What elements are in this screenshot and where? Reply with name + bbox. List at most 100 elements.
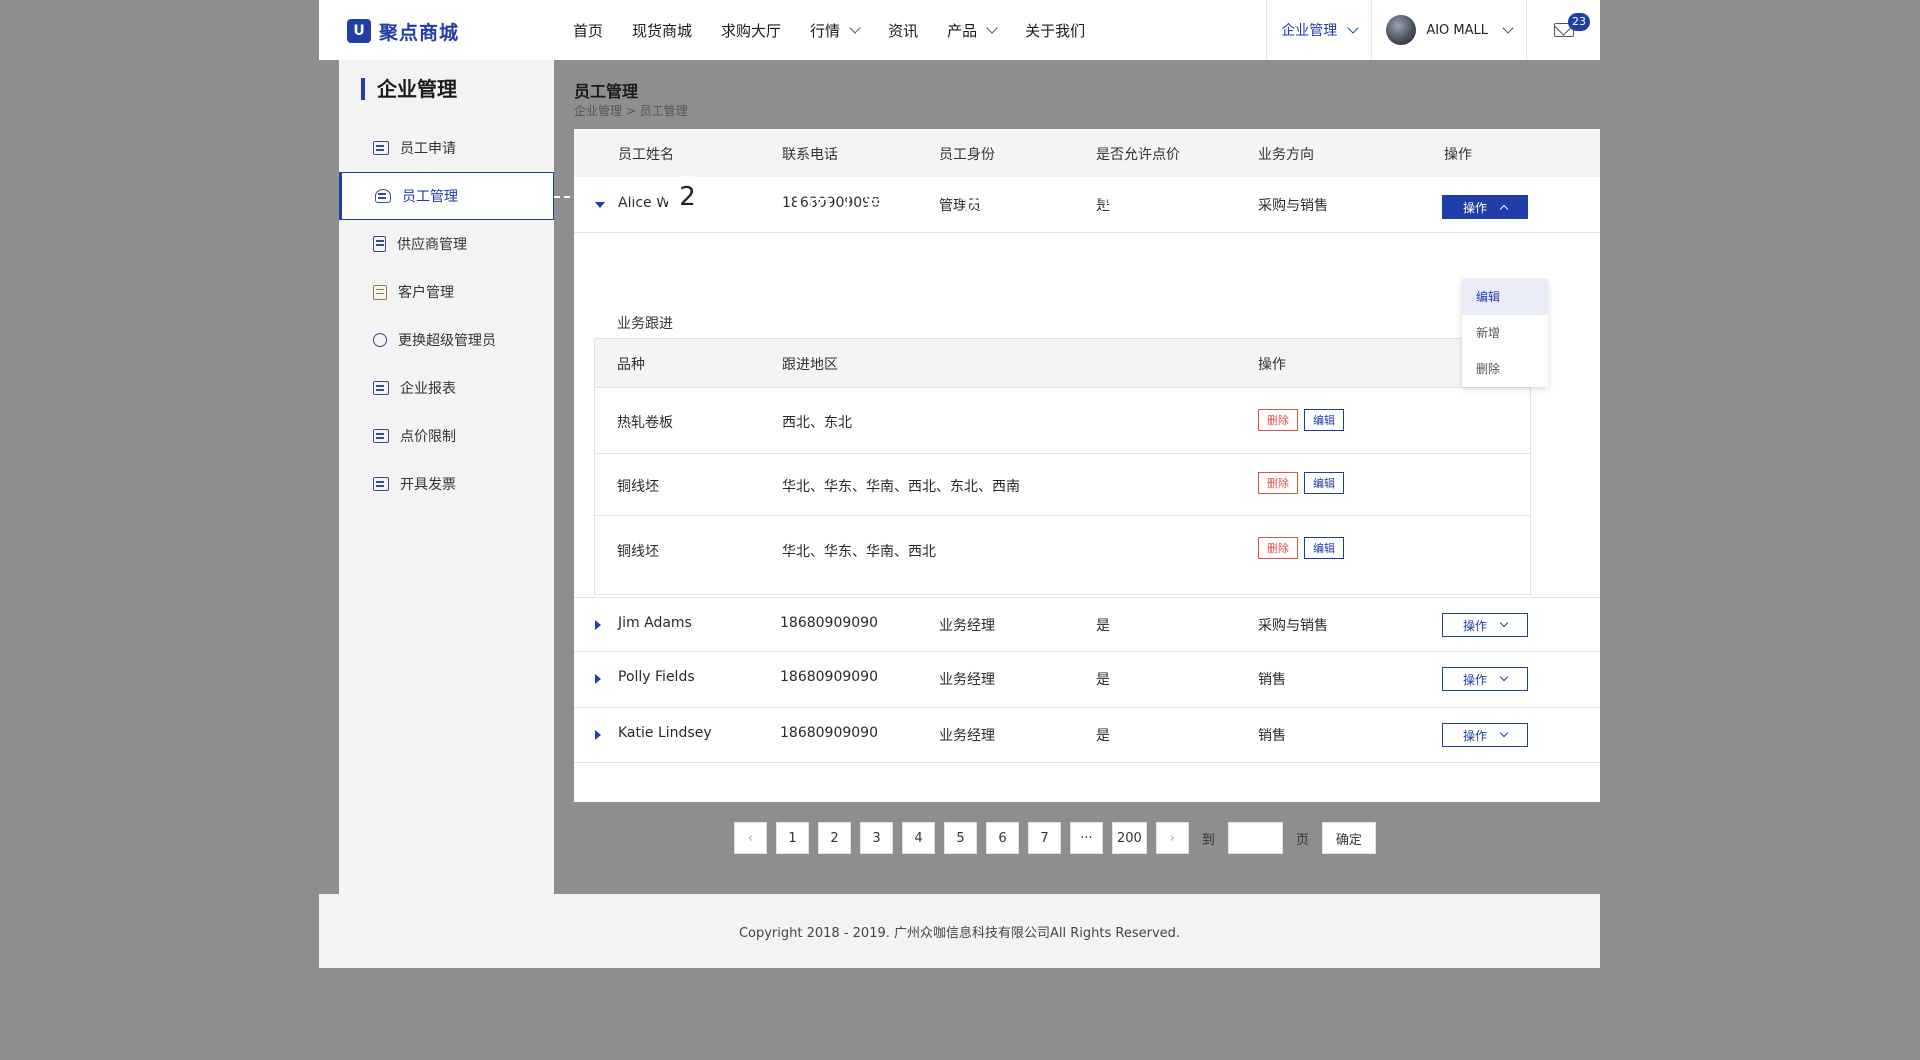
sidebar-item-invoice[interactable]: 开具发票 <box>339 460 554 508</box>
action-button[interactable]: 操作 <box>1442 667 1528 691</box>
nav-item-purchase-hall[interactable]: 求购大厅 <box>721 20 781 41</box>
page-unit-label: 页 <box>1295 832 1309 848</box>
prev-page-button[interactable]: ‹ <box>734 822 767 854</box>
menu-item-edit[interactable]: 编辑 <box>1462 279 1548 315</box>
region: 华北、华东、华南、西北、东北、西南 <box>782 479 1020 495</box>
action-label: 操作 <box>1462 618 1487 633</box>
sidebar-item-label: 员工申请 <box>400 141 456 157</box>
user-name: AIO MALL <box>1426 22 1488 38</box>
nav-item-products[interactable]: 产品 <box>947 20 998 41</box>
menu-item-delete[interactable]: 删除 <box>1462 351 1548 387</box>
variety: 热轧卷板 <box>617 415 673 431</box>
breadcrumb: 企业管理 > 员工管理 <box>574 104 688 118</box>
copyright-text: Copyright 2018 - 2019. 广州众咖信息科技有限公司All R… <box>738 925 1181 941</box>
sidebar-item-staff-apply[interactable]: 员工申请 <box>339 124 554 172</box>
nav-label: 首页 <box>573 21 604 40</box>
page-button[interactable]: 6 <box>986 822 1019 854</box>
chevron-down-icon <box>1499 618 1509 628</box>
column-header: 员工姓名 <box>618 147 674 163</box>
action-button[interactable]: 操作 <box>1442 613 1528 637</box>
follow-up-table: 品种 跟进地区 操作 热轧卷板 西北、东北 删除 编辑 铜线坯 华北、华东、华南… <box>594 338 1531 595</box>
staff-role: 业务经理 <box>939 728 995 744</box>
expand-icon[interactable] <box>595 730 601 740</box>
building-icon <box>373 236 386 252</box>
page-jump-input[interactable] <box>1227 822 1283 854</box>
staff-direction: 销售 <box>1258 672 1286 688</box>
region: 华北、华东、华南、西北 <box>782 544 936 560</box>
table-row[interactable]: Katie Lindsey 18680909090 业务经理 是 销售 操作 <box>574 708 1600 763</box>
action-button[interactable]: 操作 <box>1442 195 1528 219</box>
expand-icon[interactable] <box>595 620 601 630</box>
nav-item-home[interactable]: 首页 <box>573 20 603 41</box>
nav-label: 现货商城 <box>632 21 693 40</box>
delete-button[interactable]: 删除 <box>1258 472 1298 494</box>
nav-label: 求购大厅 <box>721 21 782 40</box>
brand-logo[interactable]: U 聚点商城 <box>347 18 459 44</box>
action-button[interactable]: 操作 <box>1442 723 1528 747</box>
page-button[interactable]: 5 <box>944 822 977 854</box>
column-header: 操作 <box>1258 357 1286 373</box>
action-label: 操作 <box>1462 672 1487 687</box>
goto-label: 到 <box>1201 832 1215 848</box>
staff-phone: 18680909090 <box>780 725 878 741</box>
page-button[interactable]: 2 <box>818 822 851 854</box>
confirm-button[interactable]: 确定 <box>1321 822 1376 854</box>
page-ellipsis[interactable]: ··· <box>1070 822 1103 854</box>
edit-button[interactable]: 编辑 <box>1304 537 1344 559</box>
staff-allow-pricing: 是 <box>1096 728 1110 744</box>
staff-role: 业务经理 <box>939 672 995 688</box>
chevron-down-icon <box>1347 22 1359 34</box>
page-title: 员工管理 <box>574 82 639 101</box>
person-icon <box>375 189 391 203</box>
page-button[interactable]: 1 <box>776 822 809 854</box>
page-button[interactable]: 3 <box>860 822 893 854</box>
page-button[interactable]: 4 <box>902 822 935 854</box>
company-menu-label: 企业管理 <box>1281 23 1338 39</box>
sidebar-item-report[interactable]: 企业报表 <box>339 364 554 412</box>
nav-item-market[interactable]: 行情 <box>810 20 861 41</box>
staff-phone: 18680909090 <box>780 615 878 631</box>
action-dropdown-menu: 编辑 新增 删除 <box>1462 279 1548 387</box>
sidebar-item-customer[interactable]: 客户管理 <box>339 268 554 316</box>
delete-button[interactable]: 删除 <box>1258 409 1298 431</box>
region: 西北、东北 <box>782 415 852 431</box>
user-menu[interactable]: AIO MALL <box>1371 0 1526 60</box>
table-row[interactable]: Polly Fields 18680909090 业务经理 是 销售 操作 <box>574 652 1600 708</box>
follow-up-row: 铜线坯 华北、华东、华南、西北 删除 编辑 <box>595 515 1530 580</box>
staff-direction: 采购与销售 <box>1258 618 1328 634</box>
nav-item-spot-mall[interactable]: 现货商城 <box>632 20 692 41</box>
next-page-button[interactable]: › <box>1155 822 1189 854</box>
page-button-last[interactable]: 200 <box>1112 822 1147 854</box>
staff-direction: 销售 <box>1258 728 1286 744</box>
menu-item-add[interactable]: 新增 <box>1462 315 1548 351</box>
nav-item-news[interactable]: 资讯 <box>888 20 918 41</box>
collapse-icon[interactable] <box>595 202 605 208</box>
action-label: 操作 <box>1462 728 1487 743</box>
mail-count-badge: 23 <box>1568 13 1590 31</box>
sidebar-item-change-admin[interactable]: 更换超级管理员 <box>339 316 554 364</box>
nav-label: 资讯 <box>888 21 919 40</box>
sidebar-item-label: 客户管理 <box>398 285 454 301</box>
sidebar-item-supplier[interactable]: 供应商管理 <box>339 220 554 268</box>
edit-button[interactable]: 编辑 <box>1304 472 1344 494</box>
staff-name: Polly Fields <box>618 669 695 685</box>
delete-button[interactable]: 删除 <box>1258 537 1298 559</box>
sidebar-item-label: 开具发票 <box>400 477 456 493</box>
main-nav: 首页 现货商城 求购大厅 行情 资讯 产品 关于我们 <box>573 0 1114 60</box>
sidebar-item-label: 更换超级管理员 <box>398 333 496 349</box>
expand-icon[interactable] <box>595 674 601 684</box>
staff-role: 业务经理 <box>939 618 995 634</box>
page-button[interactable]: 7 <box>1028 822 1061 854</box>
sidebar-item-price-limit[interactable]: 点价限制 <box>339 412 554 460</box>
top-navbar: U 聚点商城 首页 现货商城 求购大厅 行情 资讯 产品 关于我们 企业管理 A… <box>319 0 1600 60</box>
footer: Copyright 2018 - 2019. 广州众咖信息科技有限公司All R… <box>319 894 1600 968</box>
mail-button[interactable]: 23 <box>1526 0 1600 60</box>
column-header: 业务方向 <box>1258 147 1314 163</box>
nav-item-about[interactable]: 关于我们 <box>1025 20 1085 41</box>
sidebar-item-staff-management[interactable]: 员工管理 <box>339 172 554 220</box>
sidebar-item-label: 员工管理 <box>402 189 458 205</box>
edit-button[interactable]: 编辑 <box>1304 409 1344 431</box>
company-menu[interactable]: 企业管理 <box>1266 0 1371 60</box>
table-row[interactable]: Jim Adams 18680909090 业务经理 是 采购与销售 操作 <box>574 597 1600 652</box>
top-right-area: 企业管理 AIO MALL 23 <box>1266 0 1600 60</box>
